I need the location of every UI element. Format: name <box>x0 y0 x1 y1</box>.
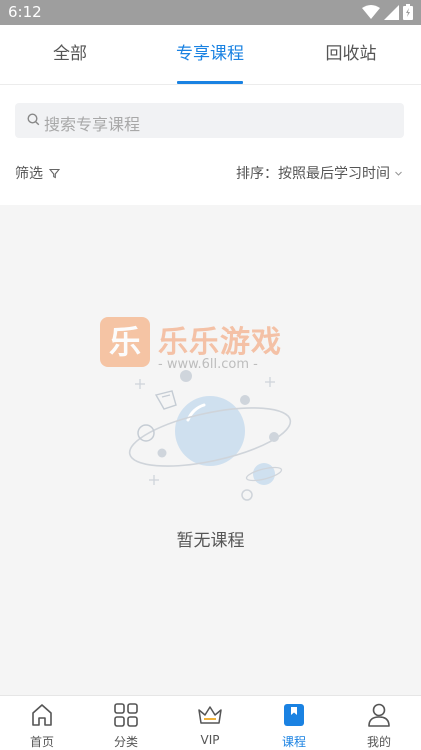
nav-category[interactable]: 分类 <box>84 696 168 750</box>
user-icon <box>368 703 390 727</box>
nav-mine-label: 我的 <box>366 735 391 749</box>
nav-mine[interactable]: 我的 <box>337 696 421 750</box>
nav-category-label: 分类 <box>113 735 138 749</box>
tab-all-label: 全部 <box>53 44 87 64</box>
sort-dropdown[interactable]: 排序：按照最后学习时间 <box>236 163 403 183</box>
filter-label: 筛选 <box>15 166 43 182</box>
nav-courses[interactable]: 课程 <box>252 696 336 750</box>
bottom-navigation: 首页 分类 VIP 课程 我的 <box>0 695 421 750</box>
toolbar: 搜索专享课程 筛选 排序：按照最后学习时间 <box>0 85 421 205</box>
nav-courses-label: 课程 <box>281 735 306 749</box>
status-icons <box>362 4 413 20</box>
search-icon <box>27 113 40 126</box>
watermark-logo: 乐 <box>100 317 150 367</box>
nav-home[interactable]: 首页 <box>0 696 84 750</box>
signal-icon <box>384 4 399 20</box>
tab-exclusive-courses-label: 专享课程 <box>176 44 244 64</box>
crown-icon <box>198 706 222 724</box>
sort-label: 排序：按照最后学习时间 <box>236 166 390 182</box>
watermark-title: 乐乐游戏 <box>158 325 282 360</box>
tab-recycle-bin[interactable]: 回收站 <box>281 25 421 85</box>
empty-planet-illustration <box>128 370 292 501</box>
empty-state-text: 暂无课程 <box>176 531 245 551</box>
nav-vip-label: VIP <box>200 733 220 747</box>
active-tab-indicator <box>177 81 243 84</box>
chevron-down-icon <box>395 171 402 176</box>
wifi-icon <box>362 4 380 19</box>
battery-icon <box>403 4 413 20</box>
search-input[interactable]: 搜索专享课程 <box>15 103 404 138</box>
home-icon <box>32 704 52 726</box>
funnel-icon <box>49 168 60 178</box>
course-list-area: 乐 乐乐游戏 - www.6ll.com - 暂无课程 <box>0 205 421 695</box>
status-bar: 6:12 <box>0 0 421 25</box>
status-time: 6:12 <box>8 3 42 21</box>
tab-exclusive-courses[interactable]: 专享课程 <box>140 25 280 85</box>
tab-bar: 全部 专享课程 回收站 <box>0 25 421 85</box>
filter-button[interactable]: 筛选 <box>15 163 60 183</box>
nav-vip[interactable]: VIP <box>168 696 252 750</box>
search-placeholder: 搜索专享课程 <box>44 115 141 134</box>
tab-recycle-bin-label: 回收站 <box>325 44 377 64</box>
tab-all[interactable]: 全部 <box>0 25 140 85</box>
bookmark-icon <box>284 704 304 726</box>
grid-icon <box>114 703 138 727</box>
nav-home-label: 首页 <box>29 735 54 749</box>
